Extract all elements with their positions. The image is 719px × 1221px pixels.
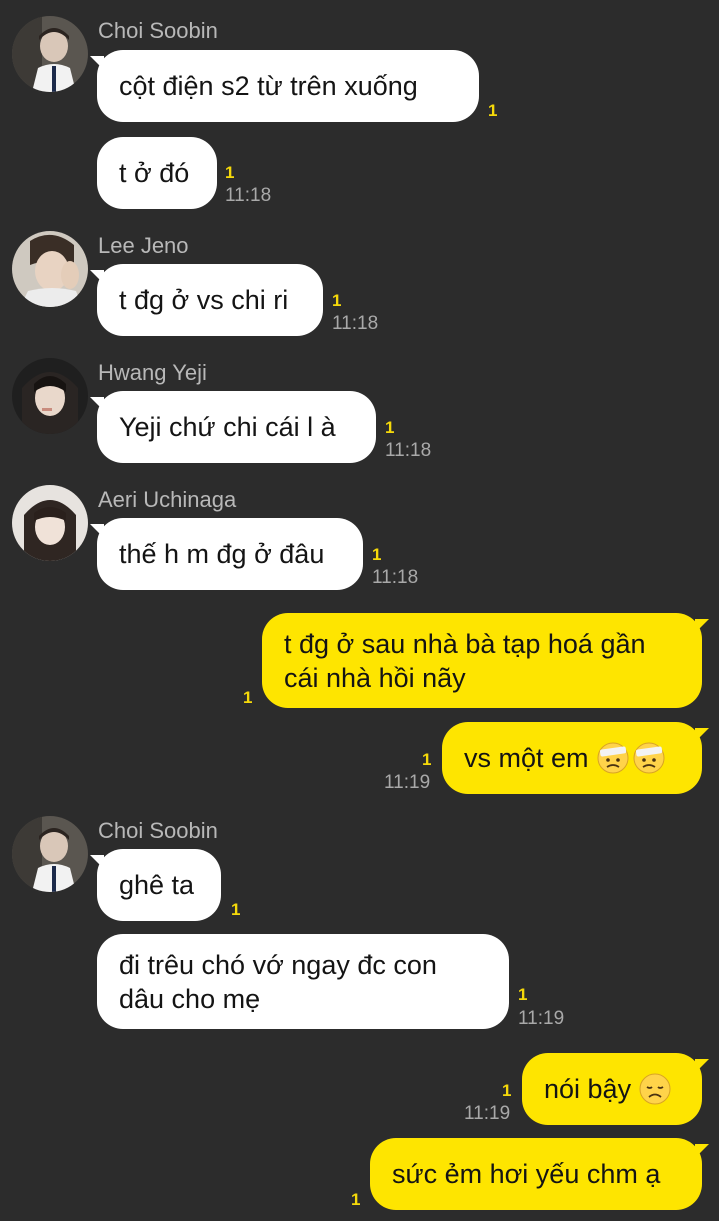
disappointed-face-emoji bbox=[639, 1073, 671, 1105]
unread-count: 1 bbox=[231, 900, 241, 919]
avatar-choi-soobin[interactable] bbox=[12, 16, 88, 92]
message-bubble[interactable]: t đg ở vs chi ri bbox=[97, 264, 323, 336]
message-timestamp: 11:19 bbox=[518, 1008, 565, 1029]
unread-count: 1 bbox=[351, 1190, 361, 1209]
unread-count: 1 bbox=[385, 418, 395, 437]
unread-count: 1 bbox=[332, 291, 342, 310]
avatar-choi-soobin[interactable] bbox=[12, 816, 88, 892]
message-timestamp: 11:19 bbox=[464, 1103, 511, 1124]
unread-count: 1 bbox=[225, 163, 235, 182]
sender-name: Choi Soobin bbox=[98, 18, 218, 43]
avatar-lee-jeno[interactable] bbox=[12, 231, 88, 307]
sender-name: Aeri Uchinaga bbox=[98, 487, 237, 512]
unread-count: 1 bbox=[518, 985, 528, 1004]
sender-name: Hwang Yeji bbox=[98, 360, 207, 385]
message-bubble[interactable]: đi trêu chó vớ ngay đc con dâu cho mẹ bbox=[97, 934, 509, 1029]
message-timestamp: 11:18 bbox=[385, 440, 432, 461]
unread-count: 1 bbox=[502, 1081, 512, 1100]
message-text: t ở đó bbox=[119, 158, 190, 188]
message-text: t đg ở vs chi ri bbox=[119, 285, 289, 315]
message-text: ghê ta bbox=[119, 870, 195, 900]
avatar-aeri-uchinaga[interactable] bbox=[12, 485, 88, 561]
message-text: đi trêu chó vớ ngay đc con dâu cho mẹ bbox=[119, 949, 437, 1014]
message-bubble[interactable]: Yeji chứ chi cái l à bbox=[97, 391, 376, 463]
message-timestamp: 11:18 bbox=[225, 185, 272, 206]
bandaged-face-emoji bbox=[633, 742, 665, 774]
message-bubble[interactable]: t đg ở sau nhà bà tạp hoá gần cái nhà hồ… bbox=[262, 613, 702, 708]
message-bubble[interactable]: nói bậy bbox=[522, 1053, 702, 1125]
message-text: t đg ở sau nhà bà tạp hoá gần cái nhà hồ… bbox=[284, 628, 646, 693]
message-timestamp: 11:18 bbox=[332, 313, 379, 334]
message-text: Yeji chứ chi cái l à bbox=[119, 412, 336, 442]
message-bubble[interactable]: thế h m đg ở đâu bbox=[97, 518, 363, 590]
bubble-tail bbox=[695, 619, 709, 633]
avatar-hwang-yeji[interactable] bbox=[12, 358, 88, 434]
message-text: sức ẻm hơi yếu chm ạ bbox=[392, 1159, 661, 1189]
message-text: vs một em bbox=[464, 743, 589, 773]
unread-count: 1 bbox=[488, 101, 498, 120]
bubble-tail bbox=[695, 1144, 709, 1158]
message-bubble[interactable]: sức ẻm hơi yếu chm ạ bbox=[370, 1138, 702, 1210]
message-text: cột điện s2 từ trên xuống bbox=[119, 71, 418, 101]
unread-count: 1 bbox=[372, 545, 382, 564]
unread-count: 1 bbox=[422, 750, 432, 769]
message-bubble[interactable]: t ở đó bbox=[97, 137, 217, 209]
message-text: nói bậy bbox=[544, 1074, 632, 1104]
unread-count: 1 bbox=[243, 688, 253, 707]
sender-name: Choi Soobin bbox=[98, 818, 218, 843]
message-timestamp: 11:18 bbox=[372, 567, 419, 588]
bandaged-face-emoji bbox=[597, 742, 629, 774]
message-bubble[interactable]: ghê ta bbox=[97, 849, 221, 921]
message-bubble[interactable]: vs một em bbox=[442, 722, 702, 794]
bubble-tail bbox=[695, 728, 709, 742]
bubble-tail bbox=[695, 1059, 709, 1073]
message-timestamp: 11:19 bbox=[384, 772, 431, 793]
sender-name: Lee Jeno bbox=[98, 233, 189, 258]
message-bubble[interactable]: cột điện s2 từ trên xuống bbox=[97, 50, 479, 122]
message-text: thế h m đg ở đâu bbox=[119, 539, 325, 569]
